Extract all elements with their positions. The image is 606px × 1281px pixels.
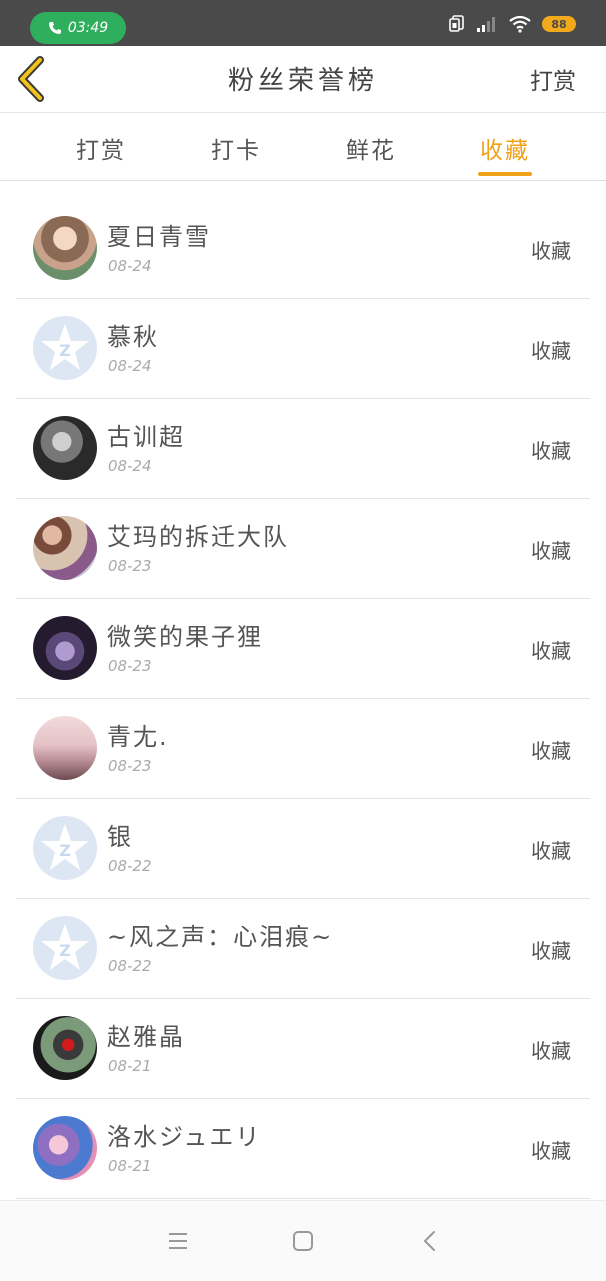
- avatar[interactable]: [33, 1116, 97, 1180]
- phone-icon: [48, 22, 61, 34]
- chevron-left-icon: [424, 1231, 435, 1251]
- fan-date: 08-21: [108, 1157, 152, 1175]
- system-back-button[interactable]: [418, 1229, 442, 1253]
- fan-date: 08-23: [108, 757, 152, 775]
- fan-date: 08-23: [108, 557, 152, 575]
- list-item[interactable]: 夏日青雪 08-24 收藏: [16, 199, 590, 299]
- avatar[interactable]: [33, 516, 97, 580]
- wifi-icon: [509, 15, 531, 33]
- status-icons: 88: [448, 14, 576, 34]
- signal-icon: [477, 17, 495, 32]
- status-bar: 03:49 88: [0, 0, 606, 46]
- fan-name: 微笑的果子狸: [107, 623, 263, 651]
- list-item[interactable]: Z ~风之声：心泪痕~ 08-22 收藏: [16, 899, 590, 999]
- fan-date: 08-24: [108, 457, 152, 475]
- recent-apps-button[interactable]: [166, 1229, 190, 1253]
- fan-name: 青尢.: [107, 723, 169, 751]
- tab-favorites[interactable]: 收藏: [480, 131, 530, 165]
- fan-name: 夏日青雪: [107, 223, 211, 251]
- svg-text:Z: Z: [59, 941, 71, 960]
- list-item[interactable]: 古训超 08-24 收藏: [16, 399, 590, 499]
- qq-star-icon: Z: [41, 924, 89, 970]
- fan-action-label: 收藏: [531, 339, 571, 363]
- square-icon: [293, 1231, 313, 1251]
- home-button[interactable]: [291, 1229, 315, 1253]
- avatar[interactable]: Z: [33, 816, 97, 880]
- tab-bar: 打赏 打卡 鲜花 收藏: [0, 113, 606, 181]
- fan-action-label: 收藏: [531, 739, 571, 763]
- sim-card-icon: [449, 15, 464, 32]
- fan-action-label: 收藏: [531, 439, 571, 463]
- tab-reward[interactable]: 打赏: [76, 131, 126, 165]
- tab-checkin[interactable]: 打卡: [211, 131, 261, 165]
- fan-action-label: 收藏: [531, 539, 571, 563]
- avatar[interactable]: Z: [33, 916, 97, 980]
- fan-name: 赵雅晶: [107, 1023, 185, 1051]
- list-item[interactable]: Z 慕秋 08-24 收藏: [16, 299, 590, 399]
- avatar[interactable]: [33, 1016, 97, 1080]
- ongoing-call-pill[interactable]: 03:49: [30, 12, 126, 44]
- system-nav-bar: [0, 1200, 606, 1281]
- tab-flowers[interactable]: 鲜花: [346, 131, 396, 165]
- page-title: 粉丝荣誉榜: [227, 66, 378, 96]
- app-header: 粉丝荣誉榜 打赏: [0, 46, 606, 113]
- svg-text:Z: Z: [59, 341, 71, 360]
- avatar[interactable]: [33, 716, 97, 780]
- fan-date: 08-24: [108, 257, 152, 275]
- reward-button[interactable]: 打赏: [530, 62, 576, 96]
- list-item[interactable]: 洛水ジュエリ 08-21 收藏: [16, 1099, 590, 1199]
- fan-date: 08-22: [108, 857, 152, 875]
- qq-star-icon: Z: [41, 324, 89, 370]
- list-item[interactable]: 赵雅晶 08-21 收藏: [16, 999, 590, 1099]
- fan-action-label: 收藏: [531, 1139, 571, 1163]
- fan-name: 慕秋: [107, 323, 159, 351]
- avatar[interactable]: [33, 416, 97, 480]
- fan-list: 夏日青雪 08-24 收藏 Z 慕秋 08-24 收藏 古训超 08-24 收藏…: [0, 199, 606, 1199]
- menu-icon: [169, 1233, 187, 1249]
- qq-star-icon: Z: [41, 824, 89, 870]
- list-item[interactable]: 微笑的果子狸 08-23 收藏: [16, 599, 590, 699]
- fan-action-label: 收藏: [531, 639, 571, 663]
- fan-name: 古训超: [107, 423, 185, 451]
- fan-name: ~风之声：心泪痕~: [107, 923, 334, 951]
- fan-action-label: 收藏: [531, 939, 571, 963]
- list-item[interactable]: 青尢. 08-23 收藏: [16, 699, 590, 799]
- fan-action-label: 收藏: [531, 1039, 571, 1063]
- fan-date: 08-21: [108, 1057, 152, 1075]
- fan-name: 艾玛的拆迁大队: [107, 523, 289, 551]
- avatar[interactable]: [33, 216, 97, 280]
- fan-action-label: 收藏: [531, 239, 571, 263]
- list-item[interactable]: 艾玛的拆迁大队 08-23 收藏: [16, 499, 590, 599]
- fan-date: 08-22: [108, 957, 152, 975]
- fan-action-label: 收藏: [531, 839, 571, 863]
- active-tab-indicator: [478, 172, 532, 176]
- fan-date: 08-24: [108, 357, 152, 375]
- avatar[interactable]: [33, 616, 97, 680]
- fan-name: 银: [107, 823, 133, 851]
- battery-icon: 88: [542, 16, 576, 32]
- call-timer: 03:49: [67, 20, 109, 36]
- battery-level: 88: [551, 17, 567, 31]
- avatar[interactable]: Z: [33, 316, 97, 380]
- list-item[interactable]: Z 银 08-22 收藏: [16, 799, 590, 899]
- fan-name: 洛水ジュエリ: [107, 1123, 262, 1151]
- fan-date: 08-23: [108, 657, 152, 675]
- svg-text:Z: Z: [59, 841, 71, 860]
